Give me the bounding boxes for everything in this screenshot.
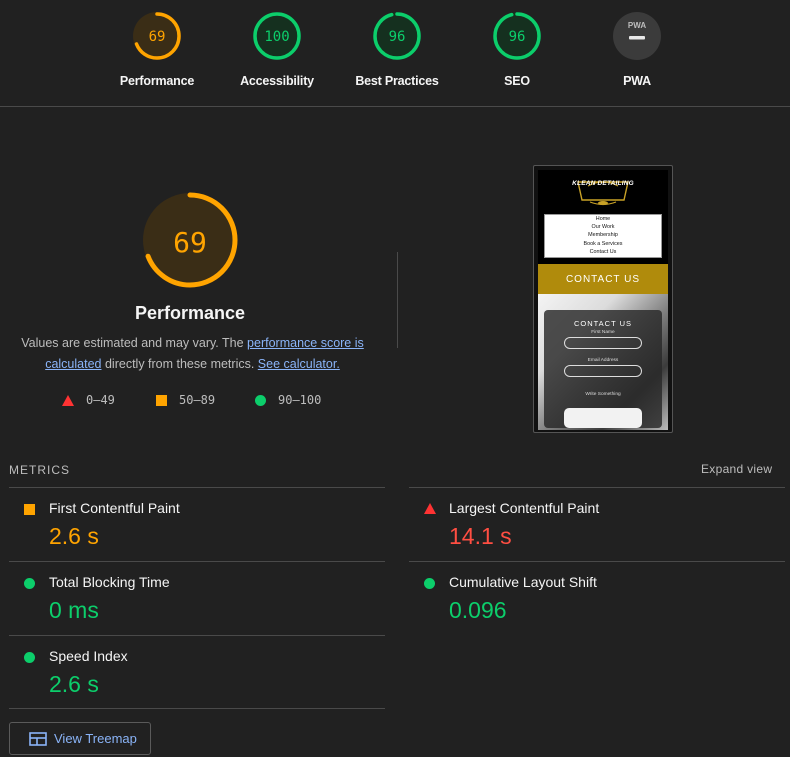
description-text-2: directly from these metrics.: [101, 357, 258, 371]
metrics-heading: METRICS: [9, 463, 70, 477]
pass-circle-icon: [424, 578, 435, 589]
see-calculator-link[interactable]: See calculator.: [258, 357, 340, 371]
performance-description: Values are estimated and may vary. The p…: [20, 333, 365, 375]
metric-value: 2.6 s: [49, 671, 99, 697]
gauge-performance[interactable]: 69 Performance: [97, 10, 217, 88]
gauge-label-best-practices: Best Practices: [355, 74, 439, 88]
metric-first-contentful-paint: First Contentful Paint 2.6 s: [9, 488, 379, 562]
thumb-menu-item: Membership: [588, 232, 618, 239]
performance-gauge-ring: 69: [142, 192, 238, 288]
metric-total-blocking-time: Total Blocking Time 0 ms: [9, 562, 379, 636]
performance-score: 69: [173, 226, 207, 259]
thumb-nav-menu: Home Our Work Membership Book a Services…: [544, 214, 662, 258]
vertical-divider: [397, 252, 398, 348]
average-square-icon: [156, 394, 167, 406]
gauge-ring-best-practices: 96: [373, 12, 421, 60]
thumb-hero-image: CONTACT US First Name Email Address Writ…: [538, 294, 668, 430]
metric-divider: [9, 708, 385, 709]
metric-name: First Contentful Paint: [49, 500, 180, 516]
category-scores-bar: 69 Performance 100 Accessibility 96 Best…: [0, 0, 790, 107]
pass-circle-icon: [24, 578, 35, 589]
thumb-menu-item: Our Work: [591, 224, 615, 231]
gauge-ring-accessibility: 100: [253, 12, 301, 60]
final-screenshot-thumbnail[interactable]: KLEAN DETAILING Home Our Work Membership…: [533, 165, 673, 433]
thumb-form-title: CONTACT US: [573, 319, 633, 328]
legend-average-range: 50–89: [179, 393, 216, 407]
gauge-ring-performance: 69: [133, 12, 181, 60]
thumb-textarea: [564, 408, 642, 428]
gauge-label-performance: Performance: [119, 74, 195, 88]
logo-text: KLEAN DETAILING: [572, 180, 634, 187]
gauge-best-practices[interactable]: 96 Best Practices: [337, 10, 457, 88]
metric-value: 0.096: [449, 597, 507, 623]
thumb-field-label: First Name: [591, 330, 615, 335]
thumb-field-label: Write Something: [585, 392, 621, 397]
gauge-label-seo: SEO: [504, 74, 530, 88]
metric-name: Total Blocking Time: [49, 574, 170, 590]
thumb-field-label: Email Address: [587, 358, 619, 363]
metric-speed-index: Speed Index 2.6 s: [9, 636, 379, 710]
gauge-ring-seo: 96: [493, 12, 541, 60]
performance-gauge-large: 69: [0, 190, 380, 290]
metric-largest-contentful-paint: Largest Contentful Paint 14.1 s: [409, 488, 779, 562]
thumb-band-text: CONTACT US: [565, 274, 641, 285]
metric-name: Speed Index: [49, 648, 128, 664]
view-treemap-button[interactable]: View Treemap: [9, 722, 151, 755]
metric-name: Largest Contentful Paint: [449, 500, 600, 516]
thumb-menu-item: Home: [595, 216, 611, 222]
legend-average: 50–89: [156, 393, 215, 407]
legend-fail-range: 0–49: [86, 393, 115, 407]
gauge-label-accessibility: Accessibility: [240, 74, 314, 88]
thumb-contact-band: CONTACT US: [538, 264, 668, 294]
performance-title: Performance: [134, 303, 246, 323]
thumb-input-field: [564, 365, 642, 377]
thumbnail-page: KLEAN DETAILING Home Our Work Membership…: [538, 170, 668, 430]
thumb-menu-item: Contact Us: [589, 248, 617, 255]
expand-view-toggle[interactable]: Expand view: [701, 462, 772, 476]
gauge-score-accessibility: 100: [264, 29, 289, 45]
legend-pass: 90–100: [255, 393, 321, 407]
gauge-accessibility[interactable]: 100 Accessibility: [217, 10, 337, 88]
metric-value: 2.6 s: [49, 523, 99, 549]
thumb-input-field: [564, 337, 642, 349]
pass-circle-icon: [24, 652, 35, 663]
thumb-menu-item: Book a Services: [583, 240, 623, 247]
fail-triangle-icon: [424, 503, 436, 514]
legend-pass-range: 90–100: [278, 393, 322, 407]
metric-value: 14.1 s: [449, 523, 512, 549]
gauge-score-best-practices: 96: [389, 29, 406, 45]
score-legend: 0–49 50–89 90–100: [62, 393, 362, 413]
treemap-icon: [29, 732, 47, 746]
gauge-score-performance: 69: [149, 29, 166, 45]
metric-name: Cumulative Layout Shift: [449, 574, 597, 590]
view-treemap-label: View Treemap: [54, 731, 137, 746]
metric-cumulative-layout-shift: Cumulative Layout Shift 0.096: [409, 562, 779, 636]
pwa-badge-icon: PWA: [613, 12, 661, 60]
dash-icon: [629, 36, 645, 40]
legend-fail: 0–49: [62, 393, 115, 407]
metric-value: 0 ms: [49, 597, 99, 623]
thumb-header: KLEAN DETAILING: [538, 170, 668, 214]
gauge-pwa[interactable]: PWA PWA: [577, 10, 697, 88]
gauge-seo[interactable]: 96 SEO: [457, 10, 577, 88]
gauge-label-pwa: PWA: [623, 74, 651, 88]
thumb-contact-form: CONTACT US First Name Email Address Writ…: [544, 310, 662, 428]
average-square-icon: [24, 504, 35, 515]
pwa-badge-text: PWA: [628, 21, 646, 30]
description-text: Values are estimated and may vary. The: [21, 336, 248, 350]
gauge-score-seo: 96: [509, 29, 526, 45]
fail-triangle-icon: [62, 394, 74, 406]
pass-circle-icon: [255, 394, 266, 406]
